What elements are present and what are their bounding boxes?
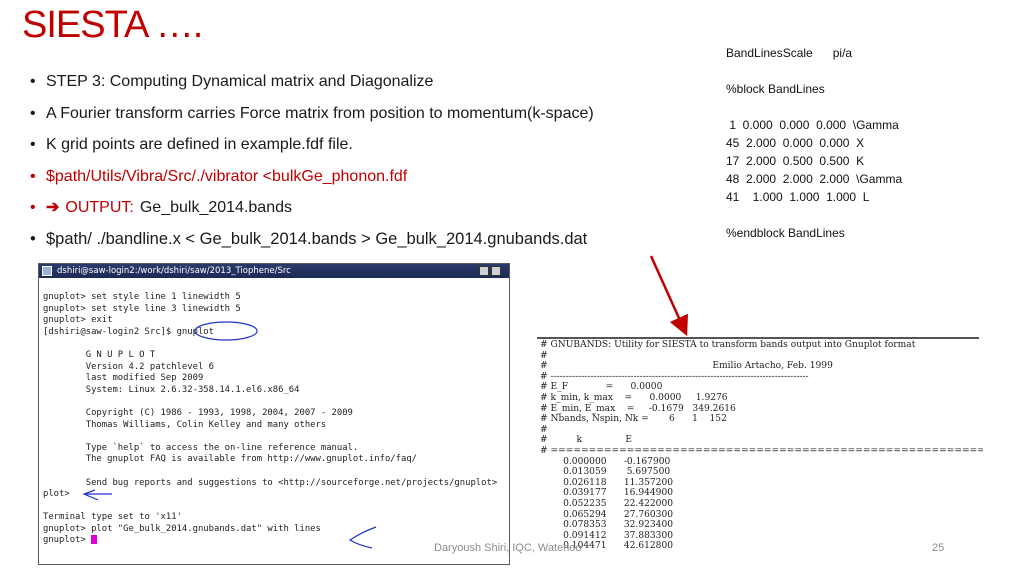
gnubands-line: # GNUBANDS: Utility for SIESTA to transf… [540,340,916,350]
terminal-line: gnuplot> plot "Ge_bulk_2014.gnubands.dat… [43,524,509,536]
fdf-line: 48 2.000 2.000 2.000 \Gamma [726,172,903,186]
terminal-line-text: Version 4.2 patchlevel 6 [43,361,214,372]
gnubands-line: 0.078353 32.923400 [540,520,674,531]
bullet-output: ➔ OUTPUT: Ge_bulk_2014.bands [30,192,710,224]
terminal-line-text: gnuplot> exit [43,315,113,326]
gnubands-line: 0.026118 11.357200 [540,477,674,488]
gnubands-line: 0.091412 37.883300 [540,530,674,541]
terminal-line-text: last modified Sep 2009 [43,373,204,384]
terminal-line-text: [dshiri@saw-login2 Src]$ gnuplot [43,326,214,337]
terminal-line-text: Type `help` to access the on-line refere… [43,442,359,453]
fdf-line: 45 2.000 0.000 0.000 X [726,136,865,150]
terminal-line-text: gnuplot> [43,535,92,546]
slide-footer: Daryoush Shiri, IQC, Waterloo [434,542,582,554]
gnubands-line: 0.052235 22.422000 [540,498,674,509]
output-filename: Ge_bulk_2014.bands [139,199,292,216]
bullet-kgrid: K grid points are defined in example.fdf… [30,129,710,161]
terminal-line-text: G N U P L O T [43,349,156,360]
fdf-line: %endblock BandLines [726,226,845,240]
terminal-line: plot> [43,489,509,501]
terminal-app-icon [42,266,52,276]
gnubands-line: # k_min, k_max = 0.0000 1.9276 [540,392,728,403]
gnubands-line: 0.000000 -0.167900 [540,456,671,467]
terminal-line-text: gnuplot> set style line 3 linewidth 5 [43,303,241,314]
gnubands-line: # Nbands, Nspin, Nk = 6 1 152 [540,414,727,425]
terminal-line: Type `help` to access the on-line refere… [43,443,509,455]
gnubands-line: # Emilio Artacho, Feb. 1999 [540,361,833,372]
terminal-line-text: System: Linux 2.6.32-358.14.1.el6.x86_64 [43,384,300,395]
fdf-line [726,98,902,116]
terminal-window[interactable]: dshiri@saw-login2:/work/dshiri/saw/2013_… [38,263,510,565]
page-number: 25 [932,542,945,554]
terminal-cursor[interactable] [91,535,98,545]
terminal-line-text: plot> [43,489,70,500]
gnubands-line: # [540,350,548,361]
terminal-title: dshiri@saw-login2:/work/dshiri/saw/2013_… [57,266,291,276]
fdf-line: 17 2.000 0.500 0.500 K [726,154,865,168]
terminal-line: gnuplot> set style line 1 linewidth 5 [43,292,509,304]
bullet-fourier: A Fourier transform carries Force matrix… [30,98,710,130]
gnubands-line: 0.104471 42.612800 [540,541,674,552]
fdf-line: 41 1.000 1.000 1.000 L [726,190,870,204]
fdf-line: %block BandLines [726,82,825,96]
gnubands-line: # E_min, E_max = -0.1679 349.2616 [540,403,736,414]
minimize-icon[interactable] [479,266,489,276]
gnubands-line: # E_F = 0.0000 [540,382,663,393]
terminal-line: Copyright (C) 1986 - 1993, 1998, 2004, 2… [43,408,509,420]
terminal-line-text: gnuplot> set style line 1 linewidth 5 [43,292,241,302]
bullet-vibrator-command: $path/Utils/Vibra/Src/./vibrator <bulkGe… [30,161,710,193]
terminal-line: last modified Sep 2009 [43,373,509,385]
terminal-line-text: The gnuplot FAQ is available from http:/… [43,454,418,465]
maximize-icon[interactable] [491,266,501,276]
terminal-line-text: Copyright (C) 1986 - 1993, 1998, 2004, 2… [43,407,353,418]
terminal-titlebar[interactable]: dshiri@saw-login2:/work/dshiri/saw/2013_… [39,264,509,278]
arrow-right-icon: ➔ [46,199,60,216]
terminal-line: Version 4.2 patchlevel 6 [43,362,509,374]
terminal-line-text: Thomas Williams, Colin Kelley and many o… [43,419,327,430]
terminal-line: Terminal type set to 'x11' [43,512,509,524]
gnubands-content: # GNUBANDS: Utility for SIESTA to transf… [537,339,983,552]
gnubands-line: 0.039177 16.944900 [540,488,674,499]
terminal-line: The gnuplot FAQ is available from http:/… [43,454,509,466]
gnubands-line: # [540,424,548,435]
terminal-line: gnuplot> set style line 3 linewidth 5 [43,304,509,316]
gnubands-line: # k E [540,435,633,446]
gnubands-line: # ======================================… [540,445,983,456]
output-label: OUTPUT: [65,199,134,216]
bullet-list: STEP 3: Computing Dynamical matrix and D… [30,66,710,255]
terminal-line-text: Terminal type set to 'x11' [43,512,182,523]
terminal-line: G N U P L O T [43,350,509,362]
terminal-line: System: Linux 2.6.32-358.14.1.el6.x86_64 [43,385,509,397]
gnubands-line: 0.013059 5.697500 [540,467,671,478]
gnubands-line: # --------------------------------------… [540,371,809,382]
slide-title: SIESTA …. [22,4,203,46]
fdf-bandlines-block: BandLinesScale pi/a %block BandLines 1 0.… [726,44,902,242]
terminal-line: [dshiri@saw-login2 Src]$ gnuplot [43,327,509,339]
fdf-line [726,62,902,80]
gnubands-file-view: # GNUBANDS: Utility for SIESTA to transf… [537,337,983,567]
terminal-output[interactable]: gnuplot> set style line 1 linewidth 5 gnu… [39,278,509,547]
terminal-line-text: gnuplot> plot "Ge_bulk_2014.gnubands.dat… [43,523,321,534]
bullet-step3: STEP 3: Computing Dynamical matrix and D… [30,66,710,98]
terminal-line: Thomas Williams, Colin Kelley and many o… [43,420,509,432]
terminal-line: Send bug reports and suggestions to <htt… [43,478,509,490]
terminal-line-text: Send bug reports and suggestions to <htt… [43,477,498,488]
gnubands-line: 0.065294 27.760300 [540,509,674,520]
fdf-line: 1 0.000 0.000 0.000 \Gamma [726,118,899,132]
fdf-line: BandLinesScale pi/a [726,46,853,60]
terminal-line: gnuplot> exit [43,315,509,327]
fdf-line [726,206,902,224]
red-pointer-arrow [649,255,689,337]
bullet-bandline-command: $path/ ./bandline.x < Ge_bulk_2014.bands… [30,224,710,256]
